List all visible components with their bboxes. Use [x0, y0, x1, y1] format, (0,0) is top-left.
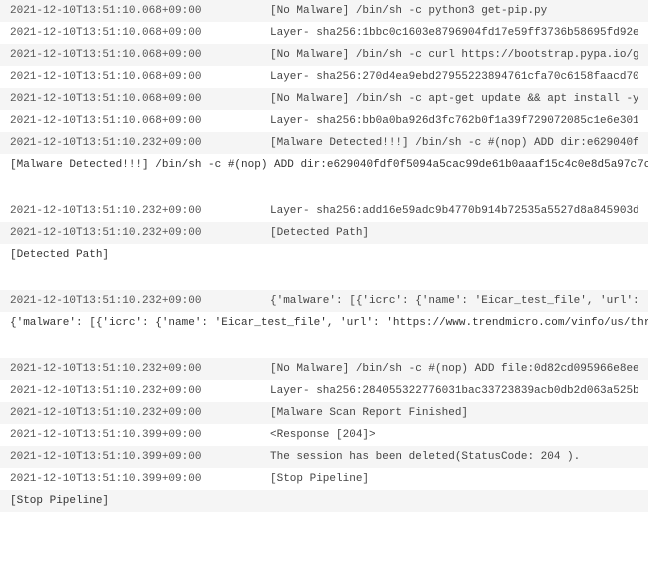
spacer — [0, 176, 648, 200]
log-row: 2021-12-10T13:51:10.232+09:00[No Malware… — [0, 358, 648, 380]
log-timestamp: 2021-12-10T13:51:10.232+09:00 — [10, 205, 270, 217]
log-message: [Stop Pipeline] — [270, 473, 638, 485]
log-timestamp: 2021-12-10T13:51:10.068+09:00 — [10, 115, 270, 127]
log-message: [Detected Path] — [270, 227, 638, 239]
log-row: 2021-12-10T13:51:10.232+09:00{'malware':… — [0, 290, 648, 312]
log-row: 2021-12-10T13:51:10.232+09:00[Malware Sc… — [0, 402, 648, 424]
log-row: 2021-12-10T13:51:10.068+09:00Layer- sha2… — [0, 66, 648, 88]
log-message: Layer- sha256:284055322776031bac33723839… — [270, 385, 638, 397]
log-container: 2021-12-10T13:51:10.068+09:00[No Malware… — [0, 0, 648, 512]
log-row: 2021-12-10T13:51:10.232+09:00Layer- sha2… — [0, 200, 648, 222]
log-wrap-text: [Stop Pipeline] — [10, 495, 109, 507]
spacer — [0, 334, 648, 358]
log-message: [No Malware] /bin/sh -c apt-get update &… — [270, 93, 638, 105]
log-timestamp: 2021-12-10T13:51:10.232+09:00 — [10, 227, 270, 239]
log-timestamp: 2021-12-10T13:51:10.232+09:00 — [10, 385, 270, 397]
log-row: 2021-12-10T13:51:10.399+09:00<Response [… — [0, 424, 648, 446]
log-message: {'malware': [{'icrc': {'name': 'Eicar_te… — [270, 295, 638, 307]
log-row: 2021-12-10T13:51:10.068+09:00[No Malware… — [0, 0, 648, 22]
log-timestamp: 2021-12-10T13:51:10.068+09:00 — [10, 93, 270, 105]
log-timestamp: 2021-12-10T13:51:10.068+09:00 — [10, 27, 270, 39]
log-timestamp: 2021-12-10T13:51:10.232+09:00 — [10, 363, 270, 375]
log-message: Layer- sha256:1bbc0c1603e8796904fd17e59f… — [270, 27, 638, 39]
log-row: 2021-12-10T13:51:10.232+09:00Layer- sha2… — [0, 380, 648, 402]
log-timestamp: 2021-12-10T13:51:10.399+09:00 — [10, 473, 270, 485]
log-row: 2021-12-10T13:51:10.232+09:00[Detected P… — [0, 222, 648, 244]
log-row: 2021-12-10T13:51:10.399+09:00The session… — [0, 446, 648, 468]
log-message: Layer- sha256:bb0a0ba926d3fc762b0f1a39f7… — [270, 115, 638, 127]
log-wrap-text: [Detected Path] — [10, 249, 109, 261]
log-timestamp: 2021-12-10T13:51:10.068+09:00 — [10, 5, 270, 17]
log-message: [Malware Scan Report Finished] — [270, 407, 638, 419]
log-message: [No Malware] /bin/sh -c python3 get-pip.… — [270, 5, 638, 17]
log-row: 2021-12-10T13:51:10.068+09:00[No Malware… — [0, 44, 648, 66]
log-row: 2021-12-10T13:51:10.068+09:00Layer- sha2… — [0, 22, 648, 44]
log-message: The session has been deleted(StatusCode:… — [270, 451, 638, 463]
log-timestamp: 2021-12-10T13:51:10.232+09:00 — [10, 407, 270, 419]
log-message: [No Malware] /bin/sh -c #(nop) ADD file:… — [270, 363, 638, 375]
log-timestamp: 2021-12-10T13:51:10.232+09:00 — [10, 295, 270, 307]
log-wrap-text: {'malware': [{'icrc': {'name': 'Eicar_te… — [10, 317, 648, 329]
log-timestamp: 2021-12-10T13:51:10.232+09:00 — [10, 137, 270, 149]
spacer — [0, 266, 648, 290]
log-timestamp: 2021-12-10T13:51:10.399+09:00 — [10, 429, 270, 441]
log-row: 2021-12-10T13:51:10.232+09:00[Malware De… — [0, 132, 648, 154]
log-timestamp: 2021-12-10T13:51:10.399+09:00 — [10, 451, 270, 463]
log-message: <Response [204]> — [270, 429, 638, 441]
log-message: [Malware Detected!!!] /bin/sh -c #(nop) … — [270, 137, 638, 149]
log-row-highlight: [Malware Detected!!!] /bin/sh -c #(nop) … — [0, 154, 648, 176]
log-timestamp: 2021-12-10T13:51:10.068+09:00 — [10, 71, 270, 83]
log-wrap-text: [Malware Detected!!!] /bin/sh -c #(nop) … — [10, 159, 648, 171]
log-message: Layer- sha256:270d4ea9ebd27955223894761c… — [270, 71, 638, 83]
log-row-wrap: {'malware': [{'icrc': {'name': 'Eicar_te… — [0, 312, 648, 334]
log-message: Layer- sha256:add16e59adc9b4770b914b7253… — [270, 205, 638, 217]
log-row: 2021-12-10T13:51:10.399+09:00[Stop Pipel… — [0, 468, 648, 490]
log-row: 2021-12-10T13:51:10.068+09:00Layer- sha2… — [0, 110, 648, 132]
log-row-wrap: [Detected Path] — [0, 244, 648, 266]
log-row: 2021-12-10T13:51:10.068+09:00[No Malware… — [0, 88, 648, 110]
log-row-wrap: [Stop Pipeline] — [0, 490, 648, 512]
log-message: [No Malware] /bin/sh -c curl https://boo… — [270, 49, 638, 61]
log-timestamp: 2021-12-10T13:51:10.068+09:00 — [10, 49, 270, 61]
